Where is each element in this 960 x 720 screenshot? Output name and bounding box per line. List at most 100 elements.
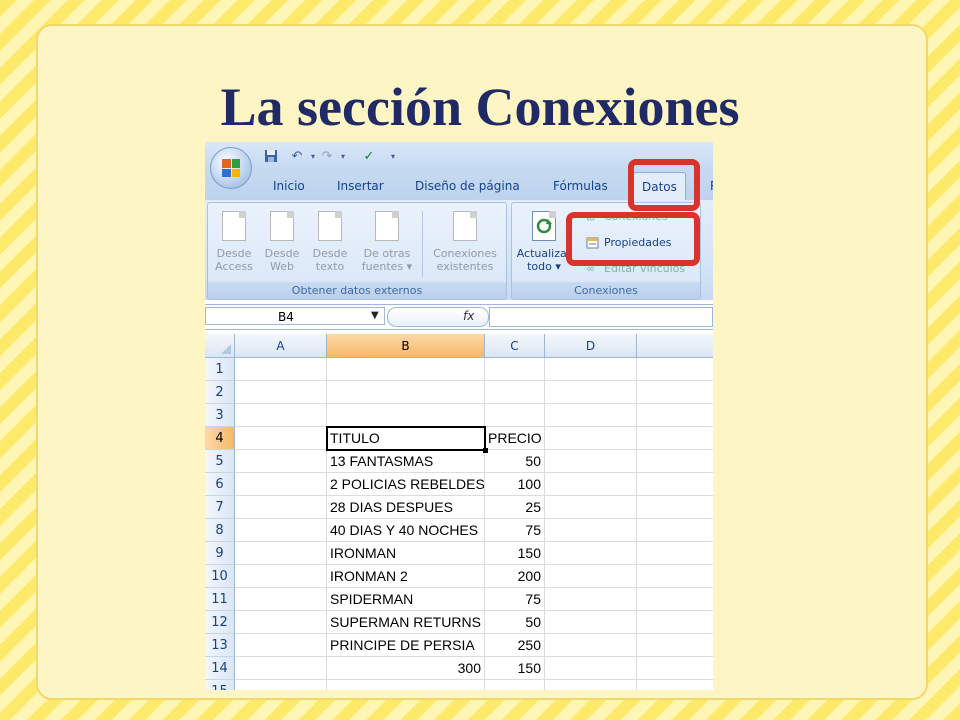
cell-a5[interactable]	[235, 450, 327, 473]
cell-c7[interactable]: 25	[485, 496, 545, 519]
cell-d14[interactable]	[545, 657, 637, 680]
column-header-b[interactable]: B	[327, 334, 485, 358]
cell-d11[interactable]	[545, 588, 637, 611]
chevron-down-icon[interactable]: ▼	[371, 307, 379, 325]
row-header[interactable]: 6	[205, 473, 235, 496]
column-header-d[interactable]: D	[545, 334, 637, 358]
cell-e4[interactable]	[637, 427, 713, 450]
cell-c15[interactable]	[485, 680, 545, 690]
cell-b3[interactable]	[327, 404, 485, 427]
cell-e5[interactable]	[637, 450, 713, 473]
cell-e10[interactable]	[637, 565, 713, 588]
cell-d12[interactable]	[545, 611, 637, 634]
redo-icon[interactable]: ↷	[319, 149, 335, 165]
row-header[interactable]: 4	[205, 427, 235, 450]
cell-b15[interactable]	[327, 680, 485, 690]
desde-access-button[interactable]: Desde Access	[212, 207, 256, 279]
name-box[interactable]: B4	[205, 307, 385, 325]
cell-e3[interactable]	[637, 404, 713, 427]
cell-c1[interactable]	[485, 358, 545, 381]
cell-a2[interactable]	[235, 381, 327, 404]
cell-c2[interactable]	[485, 381, 545, 404]
cell-a3[interactable]	[235, 404, 327, 427]
fx-icon[interactable]: fx	[463, 307, 474, 325]
cell-a15[interactable]	[235, 680, 327, 690]
cell-b8[interactable]: 40 DIAS Y 40 NOCHES	[327, 519, 485, 542]
cell-a7[interactable]	[235, 496, 327, 519]
cell-c8[interactable]: 75	[485, 519, 545, 542]
cell-a8[interactable]	[235, 519, 327, 542]
customize-icon[interactable]: ▾	[385, 149, 401, 165]
spellcheck-icon[interactable]: ✓	[361, 149, 377, 165]
cell-b7[interactable]: 28 DIAS DESPUES	[327, 496, 485, 519]
cell-b11[interactable]: SPIDERMAN	[327, 588, 485, 611]
fill-handle[interactable]	[483, 448, 488, 453]
desde-texto-button[interactable]: Desde texto	[308, 207, 352, 279]
row-header[interactable]: 5	[205, 450, 235, 473]
cell-d8[interactable]	[545, 519, 637, 542]
cell-a1[interactable]	[235, 358, 327, 381]
tab-revisar[interactable]: R	[702, 172, 713, 200]
cell-c11[interactable]: 75	[485, 588, 545, 611]
chevron-down-icon[interactable]: ▾	[335, 149, 351, 165]
cell-b9[interactable]: IRONMAN	[327, 542, 485, 565]
actualizar-todo-button[interactable]: Actualizar todo ▾	[514, 207, 574, 279]
formula-input[interactable]	[489, 307, 713, 327]
cell-d10[interactable]	[545, 565, 637, 588]
cell-c4[interactable]: PRECIO	[485, 427, 545, 450]
cell-a6[interactable]	[235, 473, 327, 496]
tab-formulas[interactable]: Fórmulas	[545, 172, 616, 200]
cell-a13[interactable]	[235, 634, 327, 657]
tab-inicio[interactable]: Inicio	[265, 172, 313, 200]
cell-b1[interactable]	[327, 358, 485, 381]
cell-d3[interactable]	[545, 404, 637, 427]
row-header[interactable]: 7	[205, 496, 235, 519]
row-header[interactable]: 12	[205, 611, 235, 634]
cell-e1[interactable]	[637, 358, 713, 381]
cell-c3[interactable]	[485, 404, 545, 427]
undo-icon[interactable]: ↶	[289, 149, 305, 165]
cell-e6[interactable]	[637, 473, 713, 496]
row-header[interactable]: 3	[205, 404, 235, 427]
row-header[interactable]: 2	[205, 381, 235, 404]
column-header-a[interactable]: A	[235, 334, 327, 358]
cell-e7[interactable]	[637, 496, 713, 519]
cell-c10[interactable]: 200	[485, 565, 545, 588]
row-header[interactable]: 1	[205, 358, 235, 381]
cell-d6[interactable]	[545, 473, 637, 496]
select-all-corner[interactable]	[205, 334, 235, 358]
cell-c12[interactable]: 50	[485, 611, 545, 634]
conexiones-existentes-button[interactable]: Conexiones existentes	[428, 207, 502, 279]
row-header[interactable]: 15	[205, 680, 235, 690]
cell-c5[interactable]: 50	[485, 450, 545, 473]
cell-d7[interactable]	[545, 496, 637, 519]
cell-b13[interactable]: PRINCIPE DE PERSIA	[327, 634, 485, 657]
cell-c13[interactable]: 250	[485, 634, 545, 657]
cell-a4[interactable]	[235, 427, 327, 450]
cell-a10[interactable]	[235, 565, 327, 588]
cell-a14[interactable]	[235, 657, 327, 680]
row-header[interactable]: 10	[205, 565, 235, 588]
cell-b6[interactable]: 2 POLICIAS REBELDES	[327, 473, 485, 496]
cell-e14[interactable]	[637, 657, 713, 680]
cell-e12[interactable]	[637, 611, 713, 634]
cell-a11[interactable]	[235, 588, 327, 611]
row-header[interactable]: 13	[205, 634, 235, 657]
cell-b5[interactable]: 13 FANTASMAS	[327, 450, 485, 473]
cell-d5[interactable]	[545, 450, 637, 473]
cell-e9[interactable]	[637, 542, 713, 565]
cell-c14[interactable]: 150	[485, 657, 545, 680]
cell-c6[interactable]: 100	[485, 473, 545, 496]
cell-d1[interactable]	[545, 358, 637, 381]
cell-c9[interactable]: 150	[485, 542, 545, 565]
desde-web-button[interactable]: Desde Web	[260, 207, 304, 279]
cell-e8[interactable]	[637, 519, 713, 542]
de-otras-fuentes-button[interactable]: De otras fuentes ▾	[358, 207, 416, 279]
cell-d2[interactable]	[545, 381, 637, 404]
office-button[interactable]	[210, 147, 252, 189]
cell-d13[interactable]	[545, 634, 637, 657]
cell-d4[interactable]	[545, 427, 637, 450]
column-header-c[interactable]: C	[485, 334, 545, 358]
cell-b2[interactable]	[327, 381, 485, 404]
cell-e2[interactable]	[637, 381, 713, 404]
